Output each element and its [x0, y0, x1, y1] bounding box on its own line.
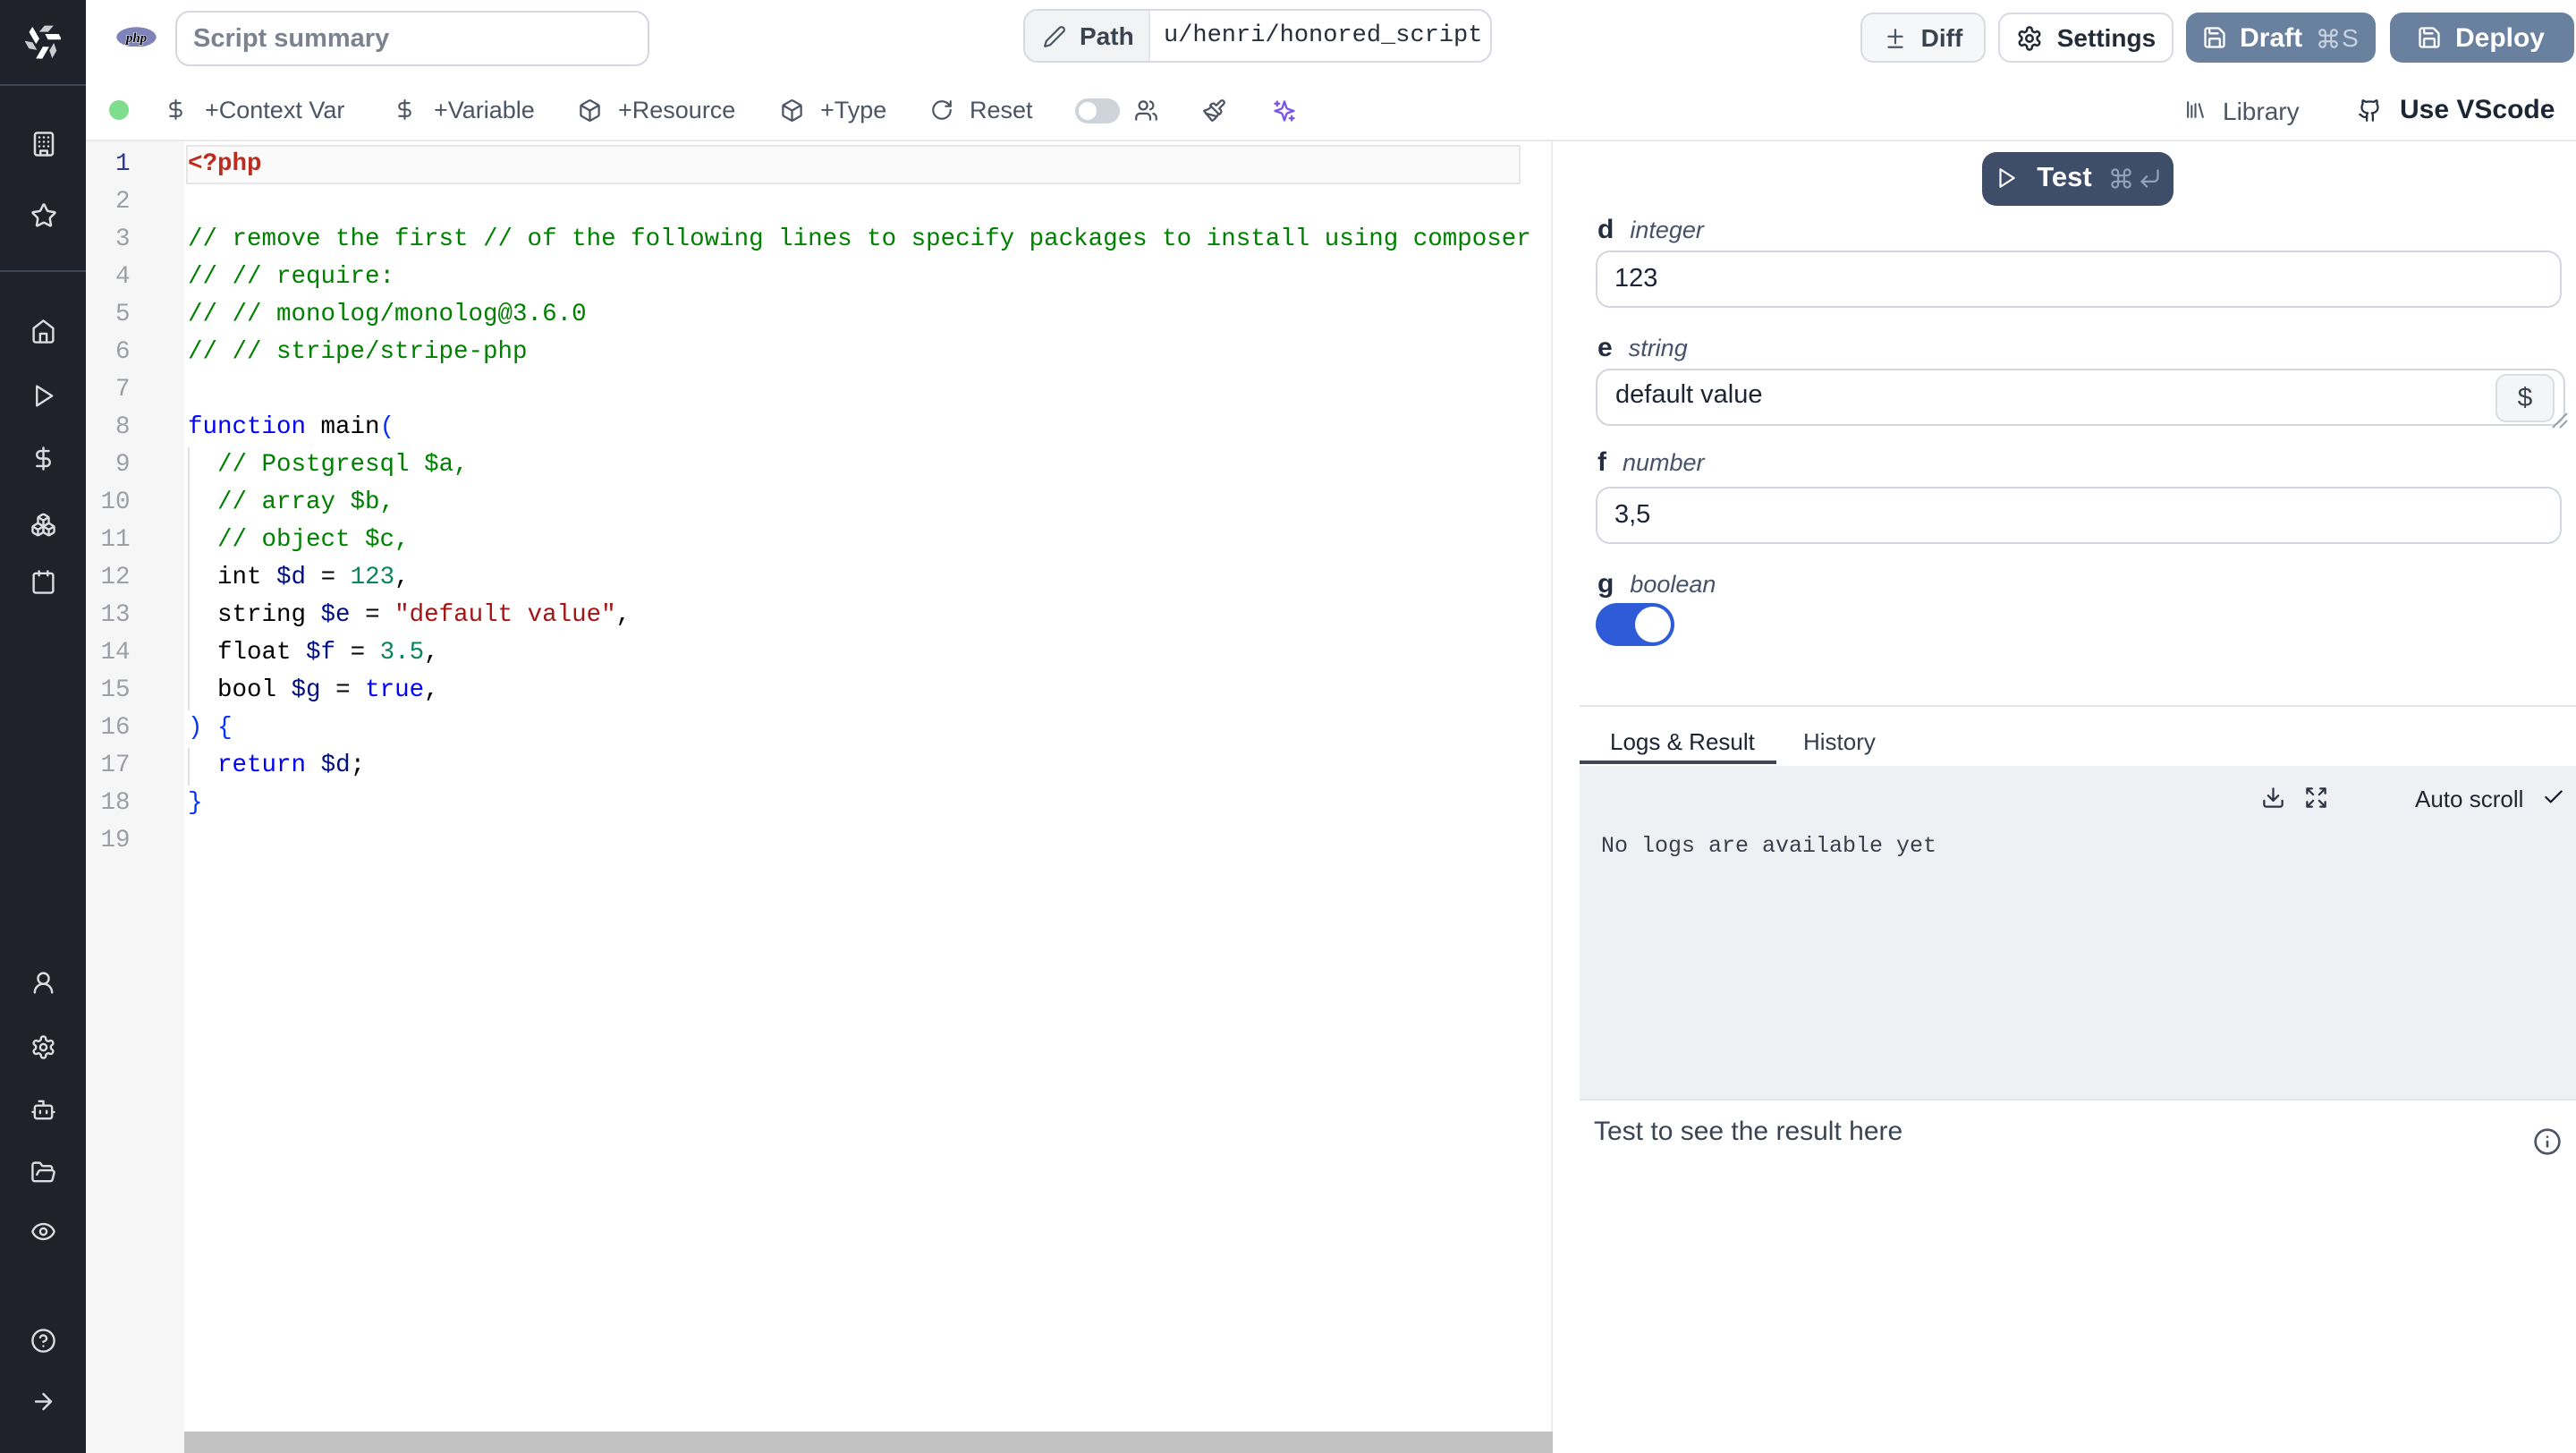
svg-text:php: php	[124, 30, 148, 45]
